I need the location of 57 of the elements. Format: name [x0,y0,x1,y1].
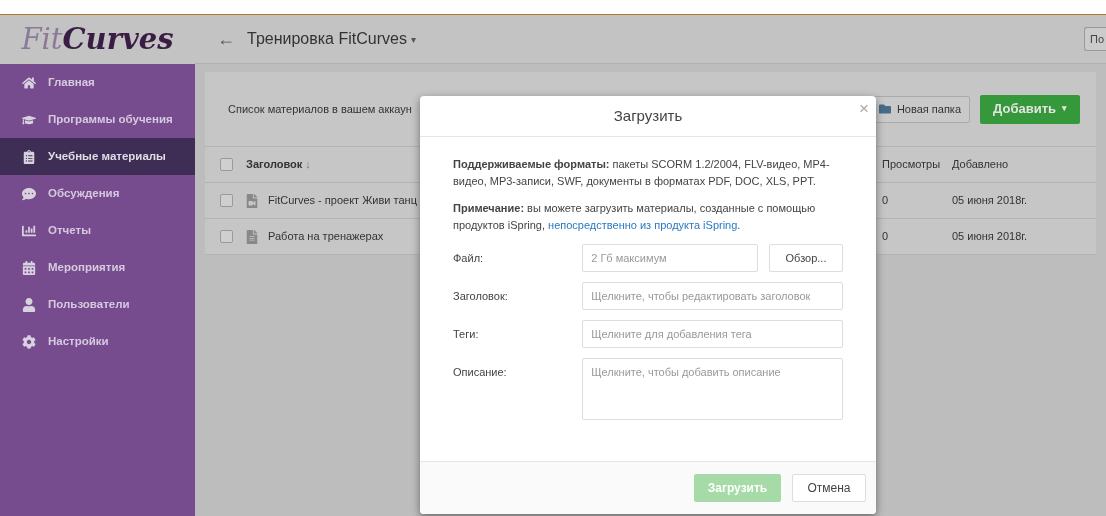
table-cell-text: 0 [882,229,890,245]
user-icon [22,297,36,312]
checkbox[interactable] [220,230,233,243]
document-icon [246,229,258,244]
sidebar-label: Отчеты [48,222,91,238]
sidebar-label: Обсуждения [48,185,120,201]
back-button[interactable]: ← [217,25,235,53]
logo[interactable]: FitCurves [0,15,195,64]
description-field[interactable]: Щелкните, чтобы добавить описание [582,358,843,420]
sidebar-label: Настройки [48,333,109,349]
sidebar-item[interactable]: Учебные материалы [0,138,195,175]
field-label: Файл: [453,251,485,266]
sidebar-label: Мероприятия [48,259,126,275]
sidebar-item[interactable]: Настройки [0,323,195,360]
field-label: Описание: [453,365,508,380]
field-label: Заголовок: [453,289,509,304]
folder-icon [878,103,891,115]
clipboard-icon [22,149,36,164]
file-field[interactable]: 2 Гб максимум [582,244,758,272]
formats-text: Поддерживаемые форматы: пакеты SCORM 1.2/2004, FLV-видео, MP4-видео, MP3-записи, SWF, документы в форматах PDF, DOC, XLS, PPT. [453,157,831,189]
video-file-icon [246,193,258,208]
caret-icon: ▾ [1062,102,1067,116]
sidebar-item[interactable]: Программы обучения [0,101,195,138]
text-field[interactable]: Щелкните, чтобы редактировать заголовок [582,282,843,310]
field-label: Теги: [453,327,480,342]
column-header[interactable]: Просмотры [882,156,952,173]
text-field[interactable]: Щелкните для добавления тега [582,320,843,348]
checkbox[interactable] [220,158,233,171]
note-text: Примечание: вы можете загрузить материалы, созданные с помощью продуктов iSpring, непосредственно из продукта iSpring. [453,201,817,233]
bar-chart-icon [22,223,36,238]
table-cell-text: 05 июня 2018г. [952,229,1027,245]
sidebar-item[interactable]: Отчеты [0,212,195,249]
add-button[interactable]: Добавить ▾ [980,94,1080,124]
close-button[interactable]: × [859,100,869,117]
caret-icon[interactable]: ▾ [410,31,416,47]
sidebar-item[interactable]: Главная [0,64,195,101]
table-cell-text: 0 [882,193,890,209]
calendar-icon [22,260,36,275]
sidebar-label: Программы обучения [48,111,173,127]
sidebar-label: Пользователи [48,296,130,312]
sidebar-item[interactable]: Обсуждения [0,175,195,212]
cancel-button[interactable]: Отмена [792,474,866,502]
sidebar-item[interactable]: Мероприятия [0,249,195,286]
home-icon [22,75,36,90]
page-title[interactable]: Тренировка FitCurves [247,27,407,51]
checkbox[interactable] [220,194,233,207]
header-button[interactable]: По [1084,27,1106,51]
table-cell-text: 05 июня 2018г. [952,193,1027,209]
toolbar-text: Список материалов в вашем аккаун [228,101,412,117]
dialog-title: Загрузить [613,105,683,126]
column-header[interactable]: Добавлено [952,156,1009,173]
sidebar-item[interactable]: Пользователи [0,286,195,323]
sidebar-label: Главная [48,74,95,90]
settings-icon [22,334,36,349]
chat-icon [22,186,36,201]
browse-button[interactable]: Обзор... [769,244,843,272]
sidebar-label: Учебные материалы [48,148,166,164]
